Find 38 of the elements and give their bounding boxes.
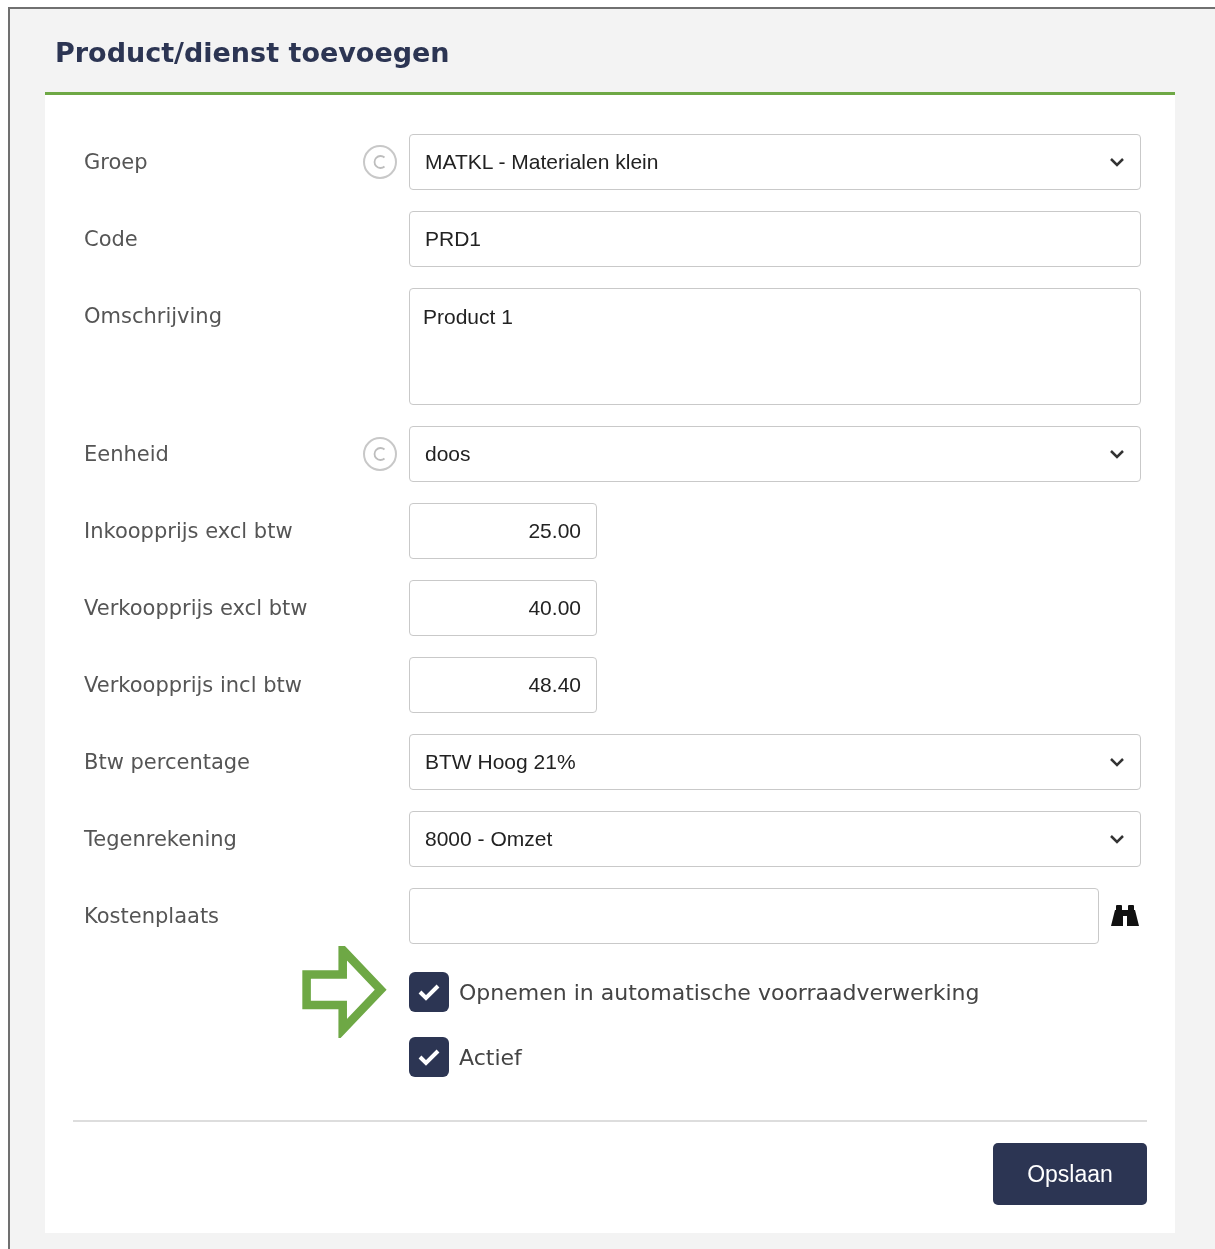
checkmark-icon [418, 983, 440, 1001]
field-label: Verkoopprijs excl btw [84, 595, 309, 622]
field-label: Eenheid [84, 441, 170, 468]
field-label: Kostenplaats [84, 903, 221, 930]
select-value: doos [425, 441, 471, 468]
checkmark-icon [418, 1048, 440, 1066]
input-field[interactable]: PRD1 [409, 211, 1141, 267]
amount-field[interactable]: 25.00 [409, 503, 597, 559]
field-label: Btw percentage [84, 749, 252, 776]
save-button[interactable]: Opslaan [993, 1143, 1147, 1205]
checkbox[interactable] [409, 972, 449, 1012]
arrow-icon [299, 946, 389, 1038]
dialog-title: Product/dienst toevoegen [54, 36, 451, 70]
select-field[interactable]: MATKL - Materialen klein [409, 134, 1141, 190]
field-label: Code [84, 226, 139, 253]
checkbox-label: Actief [459, 1043, 522, 1072]
select-field[interactable]: doos [409, 426, 1141, 482]
select-value: BTW Hoog 21% [425, 749, 576, 776]
input-field[interactable] [409, 888, 1099, 944]
field-label: Omschrijving [84, 303, 223, 330]
chevron-down-icon [1109, 757, 1125, 767]
field-label: Inkoopprijs excl btw [84, 518, 294, 545]
chevron-down-icon [1109, 157, 1125, 167]
amount-field[interactable]: 48.40 [409, 657, 597, 713]
textarea-field[interactable]: Product 1 [409, 288, 1141, 405]
field-label: Verkoopprijs incl btw [84, 672, 303, 699]
select-field[interactable]: 8000 - Omzet [409, 811, 1141, 867]
checkbox[interactable] [409, 1037, 449, 1077]
select-value: 8000 - Omzet [425, 826, 553, 853]
select-field[interactable]: BTW Hoog 21% [409, 734, 1141, 790]
field-label: Tegenrekening [84, 826, 238, 853]
field-label: Groep [84, 149, 149, 176]
amount-field[interactable]: 40.00 [409, 580, 597, 636]
binoculars-icon[interactable] [1109, 904, 1141, 928]
chevron-down-icon [1109, 834, 1125, 844]
checkbox-label: Opnemen in automatische voorraadverwerking [459, 978, 980, 1007]
chevron-down-icon [1109, 449, 1125, 459]
select-value: MATKL - Materialen klein [425, 149, 659, 176]
